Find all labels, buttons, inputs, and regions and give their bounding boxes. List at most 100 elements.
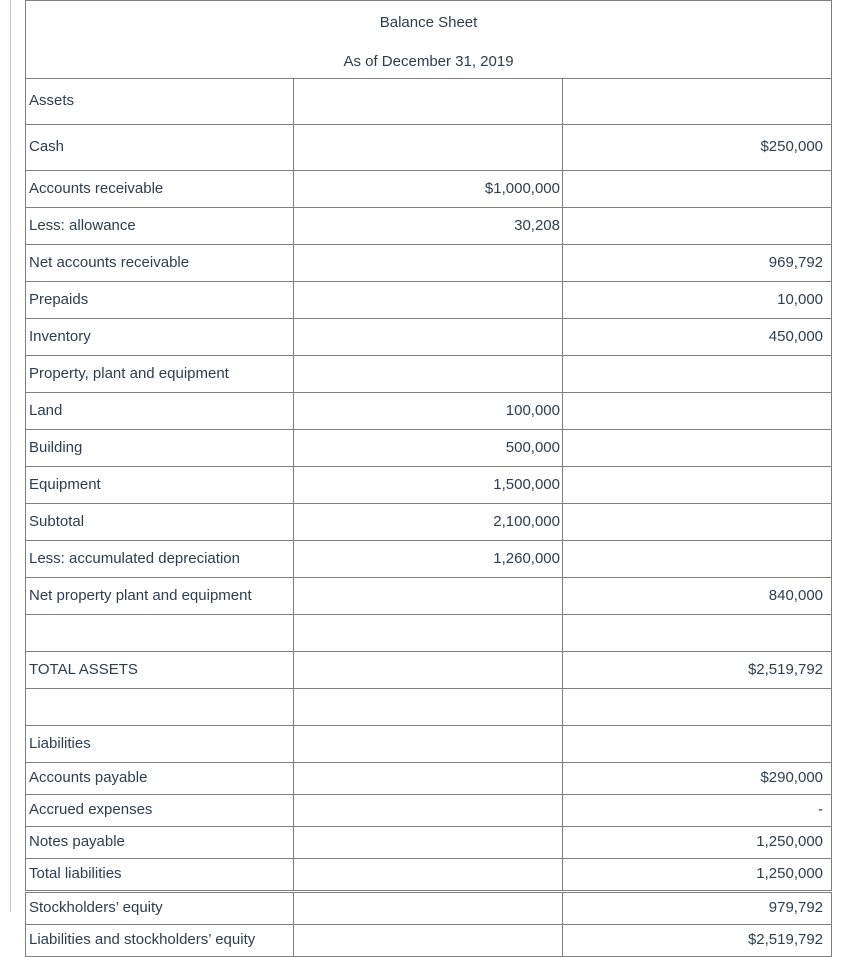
table-row: Notes payable 1,250,000	[25, 826, 833, 859]
row-total-amount	[561, 78, 833, 125]
balance-sheet-table: Balance Sheet As of December 31, 2019 As…	[24, 0, 833, 957]
report-title-cell: Balance Sheet As of December 31, 2019	[24, 0, 833, 79]
row-label: Net property plant and equipment	[25, 577, 294, 615]
row-total-amount	[561, 725, 833, 763]
row-total-amount: 1,250,000	[561, 858, 833, 892]
row-detail-amount: $1,000,000	[293, 170, 563, 208]
table-row: Land 100,000	[25, 392, 833, 430]
page-title: Balance Sheet	[379, 13, 478, 31]
row-label: Net accounts receivable	[25, 244, 294, 282]
row-label: Equipment	[25, 466, 294, 504]
table-row: Subtotal 2,100,000	[25, 503, 833, 541]
table-row: Equipment 1,500,000	[25, 466, 833, 504]
balance-sheet-container: Balance Sheet As of December 31, 2019 As…	[24, 0, 833, 957]
table-row: Total liabilities 1,250,000	[25, 858, 833, 892]
row-detail-amount	[293, 651, 563, 689]
row-detail-amount	[293, 355, 563, 393]
row-total-amount: $290,000	[561, 762, 833, 795]
row-detail-amount	[293, 725, 563, 763]
table-row: Building 500,000	[25, 429, 833, 467]
table-row: Assets	[25, 78, 833, 125]
title-row: Balance Sheet As of December 31, 2019	[24, 0, 833, 79]
row-label: Cash	[25, 124, 294, 171]
row-detail-amount	[293, 124, 563, 171]
row-detail-amount: 100,000	[293, 392, 563, 430]
row-label: Accounts receivable	[25, 170, 294, 208]
row-detail-amount	[293, 762, 563, 795]
row-total-amount: $2,519,792	[561, 924, 833, 957]
row-label: Notes payable	[25, 826, 294, 859]
row-detail-amount: 500,000	[293, 429, 563, 467]
row-detail-amount	[293, 924, 563, 957]
row-total-amount: 979,792	[561, 890, 833, 925]
table-row: Property, plant and equipment	[25, 355, 833, 393]
row-detail-amount	[293, 281, 563, 319]
table-row	[25, 614, 833, 652]
table-row: Liabilities and stockholders’ equity $2,5…	[25, 924, 833, 957]
row-label: Accounts payable	[25, 762, 294, 795]
row-label: Stockholders’ equity	[25, 890, 294, 925]
table-row: Accounts payable $290,000	[25, 762, 833, 795]
row-detail-amount	[293, 890, 563, 925]
row-total-amount: 10,000	[561, 281, 833, 319]
row-label: Assets	[25, 78, 294, 125]
row-label: Less: accumulated depreciation	[25, 540, 294, 578]
row-detail-amount: 2,100,000	[293, 503, 563, 541]
row-detail-amount	[293, 688, 563, 726]
row-total-amount: $2,519,792	[561, 651, 833, 689]
row-label: Less: allowance	[25, 207, 294, 245]
row-total-amount: 1,250,000	[561, 826, 833, 859]
row-total-amount: 840,000	[561, 577, 833, 615]
row-label: Land	[25, 392, 294, 430]
table-row: Net property plant and equipment 840,000	[25, 577, 833, 615]
table-row: Accrued expenses -	[25, 794, 833, 827]
table-row: Net accounts receivable 969,792	[25, 244, 833, 282]
table-row: Accounts receivable $1,000,000	[25, 170, 833, 208]
row-detail-amount	[293, 244, 563, 282]
row-label: Liabilities	[25, 725, 294, 763]
row-total-amount: 450,000	[561, 318, 833, 356]
row-detail-amount	[293, 826, 563, 859]
row-label: Property, plant and equipment	[25, 355, 294, 393]
row-label: Subtotal	[25, 503, 294, 541]
row-total-amount: $250,000	[561, 124, 833, 171]
row-detail-amount	[293, 794, 563, 827]
row-total-amount	[561, 355, 833, 393]
table-row: Inventory 450,000	[25, 318, 833, 356]
row-total-amount: -	[561, 794, 833, 827]
row-total-amount	[561, 170, 833, 208]
row-total-amount	[561, 503, 833, 541]
balance-sheet-body: Balance Sheet As of December 31, 2019 As…	[24, 0, 833, 957]
row-total-amount	[561, 466, 833, 504]
page-margin-rule	[10, 0, 11, 912]
row-label	[25, 614, 294, 652]
table-row: Prepaids 10,000	[25, 281, 833, 319]
row-label: Accrued expenses	[25, 794, 294, 827]
table-row: Stockholders’ equity 979,792	[25, 890, 833, 925]
table-row: Cash $250,000	[25, 124, 833, 171]
row-total-amount	[561, 688, 833, 726]
table-row: Liabilities	[25, 725, 833, 763]
row-detail-amount: 30,208	[293, 207, 563, 245]
row-label: Inventory	[25, 318, 294, 356]
row-detail-amount: 1,260,000	[293, 540, 563, 578]
row-label: Liabilities and stockholders’ equity	[25, 924, 294, 957]
table-row	[25, 688, 833, 726]
row-total-amount: 969,792	[561, 244, 833, 282]
row-detail-amount	[293, 78, 563, 125]
row-label: Building	[25, 429, 294, 467]
row-total-amount	[561, 429, 833, 467]
row-total-amount	[561, 392, 833, 430]
row-label: TOTAL ASSETS	[25, 651, 294, 689]
row-detail-amount	[293, 858, 563, 892]
row-label: Total liabilities	[25, 858, 294, 892]
page-subtitle: As of December 31, 2019	[343, 52, 514, 70]
row-total-amount	[561, 614, 833, 652]
row-label: Prepaids	[25, 281, 294, 319]
row-total-amount	[561, 540, 833, 578]
row-label	[25, 688, 294, 726]
row-detail-amount: 1,500,000	[293, 466, 563, 504]
row-total-amount	[561, 207, 833, 245]
table-row: Less: allowance 30,208	[25, 207, 833, 245]
row-detail-amount	[293, 614, 563, 652]
